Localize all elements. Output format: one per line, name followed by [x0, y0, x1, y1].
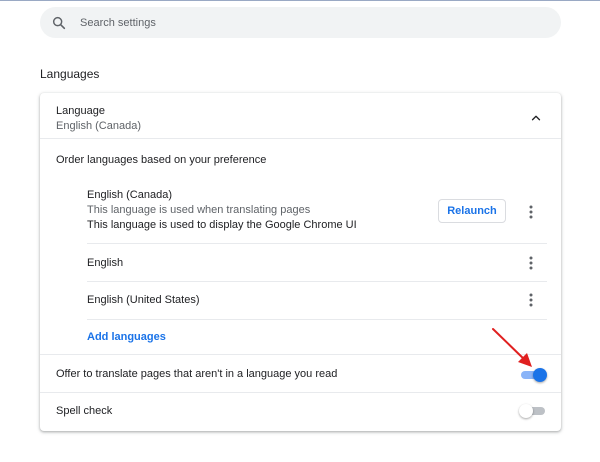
relaunch-button[interactable]: Relaunch [438, 199, 506, 223]
spell-check-label: Spell check [56, 405, 113, 417]
spell-check-toggle[interactable] [519, 404, 547, 418]
divider [87, 281, 547, 282]
divider [40, 354, 561, 355]
search-input[interactable]: Search settings [80, 17, 156, 29]
section-title: Languages [40, 67, 100, 81]
chevron-up-icon[interactable] [529, 111, 543, 125]
languages-card: Language English (Canada) Order language… [40, 93, 561, 431]
divider [87, 243, 547, 244]
offer-translate-label: Offer to translate pages that aren't in … [56, 368, 338, 380]
more-vert-icon[interactable] [528, 256, 534, 270]
language-row-english: English [87, 257, 124, 269]
add-languages-link[interactable]: Add languages [87, 331, 166, 343]
search-icon [52, 16, 66, 29]
language-header-label[interactable]: Language [56, 105, 105, 117]
order-languages-title: Order languages based on your preference [56, 154, 267, 166]
more-vert-icon[interactable] [528, 205, 534, 219]
language-row-english-us: English (United States) [87, 294, 200, 306]
arrow-icon [492, 328, 532, 367]
divider [87, 319, 547, 320]
more-vert-icon[interactable] [528, 293, 534, 307]
search-box[interactable]: Search settings [40, 7, 561, 38]
top-divider [0, 0, 600, 1]
divider [40, 392, 561, 393]
divider [40, 138, 561, 139]
current-language: English (Canada) [56, 120, 141, 132]
